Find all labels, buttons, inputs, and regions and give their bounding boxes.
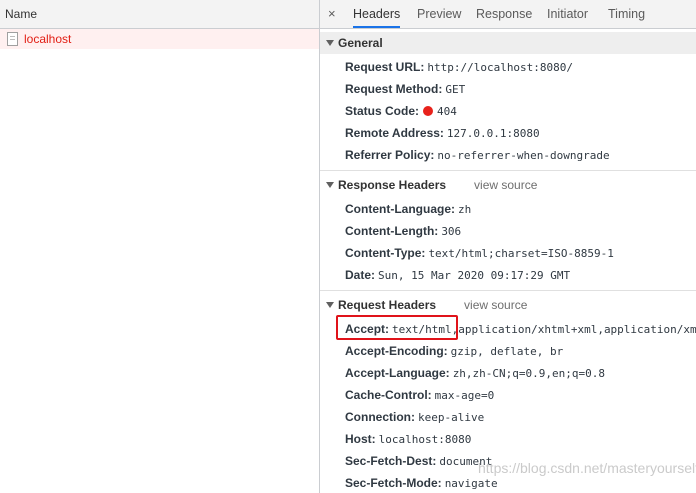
name-column-header[interactable]: Name: [0, 0, 319, 29]
accept-highlight-box: [336, 315, 458, 340]
response-header-row: Date: Sun, 15 Mar 2020 09:17:29 GMT: [345, 268, 571, 282]
tab-initiator[interactable]: Initiator: [547, 0, 588, 27]
tab-preview[interactable]: Preview: [417, 0, 461, 27]
request-list-pane: Name localhost: [0, 0, 320, 493]
view-source-link[interactable]: view source: [474, 174, 537, 196]
general-section-header[interactable]: General: [320, 32, 696, 54]
response-header-row: Content-Length: 306: [345, 224, 462, 238]
expand-triangle-icon: [326, 182, 334, 188]
general-row: Status Code: 404: [345, 104, 457, 118]
general-title: General: [338, 36, 383, 50]
request-header-row: Sec-Fetch-Mode: navigate: [345, 476, 498, 490]
expand-triangle-icon: [326, 302, 334, 308]
request-headers-section: Request Headers view source: [320, 294, 696, 316]
request-header-row: Connection: keep-alive: [345, 410, 485, 424]
general-row: Remote Address: 127.0.0.1:8080: [345, 126, 540, 140]
tab-timing[interactable]: Timing: [608, 0, 645, 27]
general-row: Referrer Policy: no-referrer-when-downgra…: [345, 148, 610, 162]
general-row: Request URL: http://localhost:8080/: [345, 60, 574, 74]
response-header-row: Content-Type: text/html;charset=ISO-8859-…: [345, 246, 614, 260]
section-divider: [320, 290, 696, 291]
response-header-row: Content-Language: zh: [345, 202, 472, 216]
request-headers-header[interactable]: Request Headers view source: [320, 294, 696, 316]
general-row: Request Method: GET: [345, 82, 466, 96]
request-header-row: Cache-Control: max-age=0: [345, 388, 495, 402]
tab-response[interactable]: Response: [476, 0, 532, 27]
tab-headers[interactable]: Headers: [353, 0, 401, 28]
response-headers-section: Response Headers view source: [320, 174, 696, 196]
view-source-link[interactable]: view source: [464, 294, 527, 316]
request-header-row: Host: localhost:8080: [345, 432, 472, 446]
request-row-localhost[interactable]: localhost: [0, 29, 319, 49]
request-name: localhost: [24, 32, 72, 46]
close-icon[interactable]: ×: [328, 6, 336, 21]
general-section: General: [320, 32, 696, 54]
details-tabbar: × Headers Preview Response Initiator Tim…: [320, 0, 696, 29]
response-headers-header[interactable]: Response Headers view source: [320, 174, 696, 196]
status-error-dot-icon: [423, 106, 434, 116]
request-header-row: Accept-Encoding: gzip, deflate, br: [345, 344, 564, 358]
expand-triangle-icon: [326, 40, 334, 46]
request-header-row: Accept-Language: zh,zh-CN;q=0.9,en;q=0.8: [345, 366, 606, 380]
section-divider: [320, 170, 696, 171]
request-details-pane: × Headers Preview Response Initiator Tim…: [320, 0, 696, 493]
watermark-text: https://blog.csdn.net/masteryourself: [478, 460, 696, 476]
document-icon: [7, 32, 18, 46]
request-header-row: Sec-Fetch-Dest: document: [345, 454, 493, 468]
